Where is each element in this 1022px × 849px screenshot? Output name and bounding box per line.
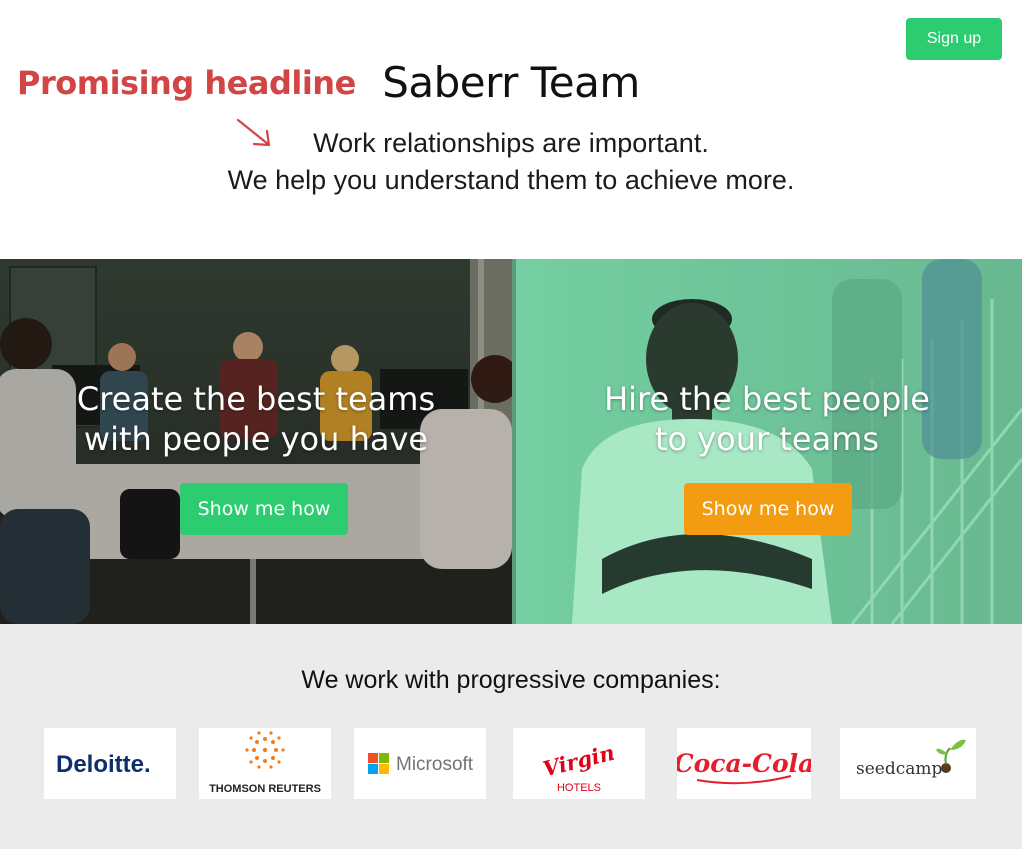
microsoft-squares-icon <box>368 753 389 774</box>
hero-right-heading: Hire the best people to your teams <box>512 379 1022 459</box>
logo-microsoft: Microsoft <box>354 728 486 799</box>
logo-virgin-text: Virgin <box>540 740 617 782</box>
logo-deloitte-text: Deloitte. <box>56 751 151 778</box>
partners-section: We work with progressive companies: Delo… <box>0 624 1022 849</box>
hero-panel-teams: Create the best teams with people you ha… <box>0 259 512 624</box>
logo-coca-cola: Coca-Cola <box>677 728 811 799</box>
thomson-reuters-sunburst-icon <box>245 731 285 769</box>
page-title: Saberr Team <box>382 58 640 107</box>
teams-show-me-how-button[interactable]: Show me how <box>180 483 348 535</box>
hero-left-heading-line-1: Create the best teams <box>76 380 436 418</box>
hero-left-heading: Create the best teams with people you ha… <box>0 379 512 459</box>
logo-thomson-reuters: THOMSON REUTERS <box>199 728 331 799</box>
logo-deloitte: Deloitte. <box>44 728 176 799</box>
logo-microsoft-text: Microsoft <box>396 754 474 775</box>
tagline-line-1: Work relationships are important. <box>313 128 709 158</box>
logo-thomson-reuters-text: THOMSON REUTERS <box>209 783 321 795</box>
tagline-line-2: We help you understand them to achieve m… <box>227 165 795 195</box>
hero-right-heading-line-2: to your teams <box>654 420 880 458</box>
logo-seedcamp: seedcamp <box>840 728 976 799</box>
partners-title: We work with progressive companies: <box>301 666 721 694</box>
hero-panel-hiring: Hire the best people to your teams Show … <box>512 259 1022 624</box>
logo-hotels-text: HOTELS <box>557 782 601 794</box>
hero-right-heading-line-1: Hire the best people <box>604 380 930 418</box>
hero-left-heading-line-2: with people you have <box>83 420 429 458</box>
hiring-show-me-how-button[interactable]: Show me how <box>684 483 852 535</box>
logo-virgin-hotels: Virgin HOTELS <box>513 728 645 799</box>
signup-button[interactable]: Sign up <box>906 18 1002 60</box>
logo-seedcamp-text: seedcamp <box>856 759 943 779</box>
logo-coca-cola-text: Coca-Cola <box>677 749 811 778</box>
header: Sign up Promising headline Saberr Team W… <box>0 0 1022 259</box>
